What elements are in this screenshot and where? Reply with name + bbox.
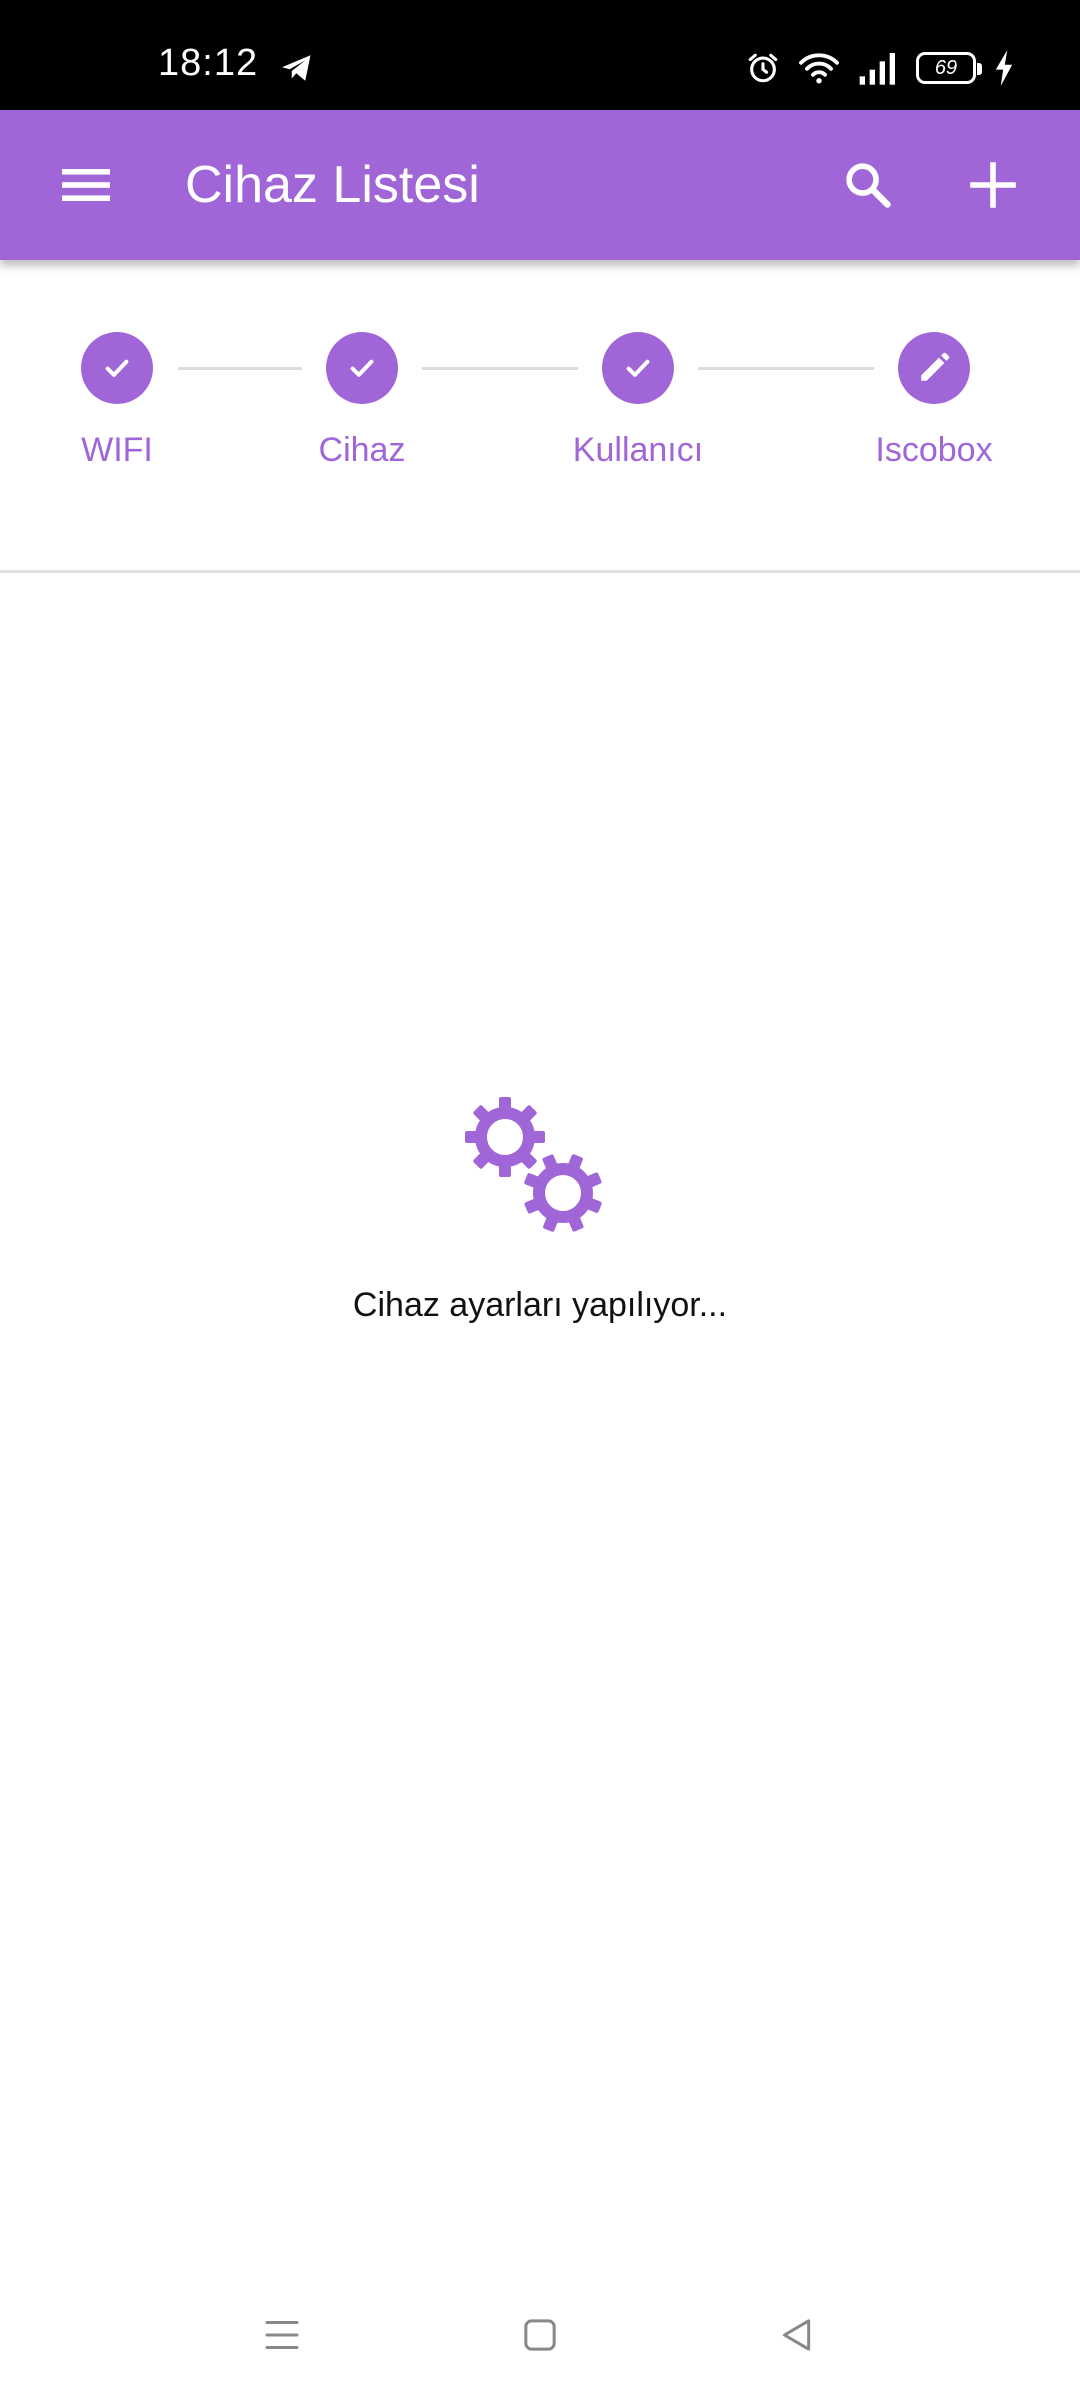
stepper: WIFI Cihaz Kullanıcı Iscobox <box>0 260 1080 573</box>
loading-panel: Cihaz ayarları yapılıyor... <box>0 1095 1080 1326</box>
battery-level: 69 <box>934 57 958 79</box>
status-bar: 18:12 69 <box>0 0 1080 110</box>
menu-button[interactable] <box>41 140 131 230</box>
step-cihaz[interactable]: Cihaz <box>262 332 462 471</box>
page-title: Cihaz Listesi <box>185 156 480 214</box>
battery-icon: 69 <box>916 52 982 84</box>
menu-icon <box>62 169 110 201</box>
step-label: Kullanıcı <box>572 431 704 469</box>
check-icon <box>105 359 129 377</box>
step-circle <box>81 332 153 404</box>
gears-icon <box>465 1097 602 1232</box>
step-label: Cihaz <box>318 431 406 469</box>
telegram-icon <box>282 55 311 81</box>
status-time: 18:12 <box>158 42 259 84</box>
step-label: Iscobox <box>875 431 993 469</box>
search-button[interactable] <box>823 140 913 230</box>
back-button[interactable] <box>762 2300 832 2370</box>
check-icon <box>626 359 650 377</box>
step-circle <box>898 332 970 404</box>
search-icon <box>846 163 891 208</box>
recent-apps-icon <box>265 2321 299 2349</box>
edit-pencil-icon <box>921 352 950 381</box>
step-iscobox[interactable]: Iscobox <box>834 332 1034 471</box>
home-button[interactable] <box>505 2300 575 2370</box>
app-bar: Cihaz Listesi <box>0 110 1080 260</box>
status-icons: 69 <box>746 48 1014 88</box>
charging-bolt-icon <box>995 50 1013 86</box>
step-wifi[interactable]: WIFI <box>17 332 217 471</box>
system-nav-bar <box>0 2270 1080 2400</box>
wifi-icon <box>799 53 839 84</box>
recent-apps-button[interactable] <box>247 2300 317 2370</box>
step-circle <box>326 332 398 404</box>
check-icon <box>350 359 374 377</box>
add-icon <box>970 162 1016 208</box>
alarm-icon <box>748 53 778 83</box>
loading-message: Cihaz ayarları yapılıyor... <box>352 1286 728 1324</box>
signal-icon <box>859 53 895 85</box>
step-kullanici[interactable]: Kullanıcı <box>538 332 738 471</box>
step-circle <box>602 332 674 404</box>
add-button[interactable] <box>948 140 1038 230</box>
step-label: WIFI <box>81 431 153 469</box>
home-icon <box>524 2319 556 2351</box>
back-icon <box>783 2319 811 2351</box>
